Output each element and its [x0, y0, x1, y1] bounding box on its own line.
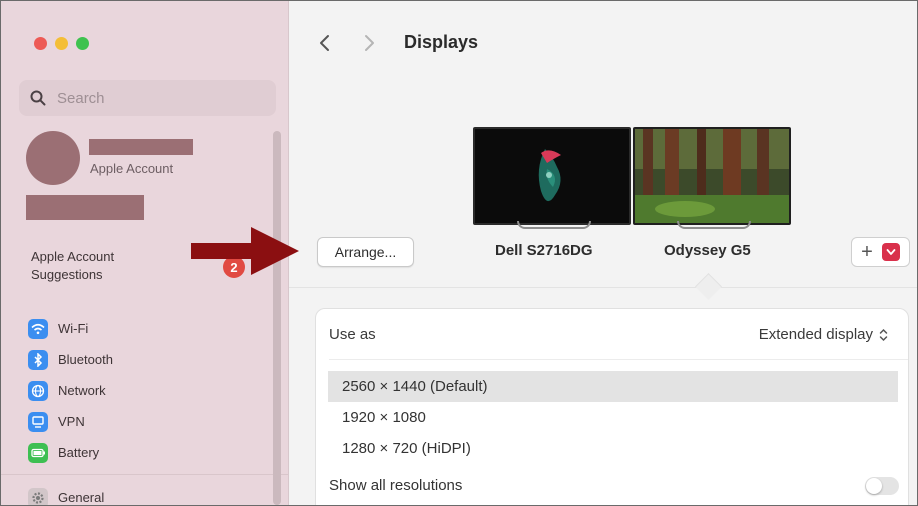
search-field[interactable]: [19, 80, 276, 116]
monitor-label-dell[interactable]: Dell S2716DG: [495, 242, 593, 259]
apple-account-label[interactable]: Apple Account: [90, 161, 173, 176]
sidebar-item-bluetooth[interactable]: Bluetooth: [28, 344, 113, 375]
sidebar-item-general[interactable]: General: [28, 482, 113, 505]
sidebar-item-battery[interactable]: Battery: [28, 437, 113, 468]
wifi-icon: [28, 318, 48, 339]
sidebar-item-label: Battery: [58, 445, 100, 460]
minimize-window-button[interactable]: [55, 37, 68, 50]
search-input[interactable]: [55, 88, 259, 108]
monitor-dell[interactable]: [473, 127, 631, 229]
updown-chevron-icon: [879, 328, 888, 341]
back-chevron-icon[interactable]: [317, 31, 333, 55]
sidebar-item-network[interactable]: Network: [28, 375, 113, 406]
sidebar-item-label: Network: [58, 383, 106, 398]
settings-window: Apple Account Apple Account Suggestions …: [0, 0, 918, 506]
zoom-window-button[interactable]: [76, 37, 89, 50]
monitor-stand: [517, 221, 591, 229]
arrange-button[interactable]: Arrange...: [317, 237, 414, 267]
sidebar-item-wifi[interactable]: Wi-Fi: [28, 313, 113, 344]
add-display-button[interactable]: +: [852, 239, 882, 265]
redacted-account-name: [89, 139, 193, 155]
sidebar-item-label: VPN: [58, 414, 85, 429]
selected-display-pointer: [695, 273, 722, 300]
forward-chevron-icon[interactable]: [361, 31, 377, 55]
display-settings-panel: Use as Extended display 2560 × 1440 (Def…: [315, 308, 909, 505]
panel-divider: [329, 359, 908, 360]
chevron-down-icon[interactable]: [882, 243, 900, 261]
vpn-icon: [28, 411, 48, 432]
monitor-stand: [677, 221, 751, 229]
sidebar-item-label: General: [58, 490, 105, 505]
avatar[interactable]: [26, 131, 80, 185]
resolution-option[interactable]: 1920 × 1080: [328, 402, 898, 433]
dell-wallpaper-thumbnail: [473, 127, 631, 225]
main-pane: Displays Arrange... Dell S2716DG Odyssey…: [289, 1, 917, 505]
suggestions-label-line2: Suggestions: [31, 267, 103, 282]
battery-icon: [28, 442, 48, 463]
odyssey-wallpaper-thumbnail: [633, 127, 791, 225]
sidebar-item-label: Bluetooth: [58, 352, 113, 367]
window-controls: [34, 37, 89, 50]
add-display-control[interactable]: +: [851, 237, 910, 267]
resolution-option[interactable]: 1280 × 720 (HiDPI): [328, 433, 898, 464]
redacted-account-info: [26, 195, 144, 220]
monitor-odyssey[interactable]: [633, 127, 791, 229]
sidebar-divider: [1, 474, 288, 475]
page-title: Displays: [404, 32, 479, 52]
annotation-arrow-icon: [191, 227, 299, 275]
search-icon: [30, 90, 46, 106]
gear-icon: [28, 487, 48, 505]
show-all-resolutions-toggle[interactable]: [865, 477, 899, 495]
toggle-knob: [866, 478, 882, 494]
resolution-list: 2560 × 1440 (Default) 1920 × 1080 1280 ×…: [328, 371, 898, 464]
use-as-label: Use as: [329, 326, 376, 343]
sidebar-scrollbar[interactable]: [273, 131, 281, 505]
suggestions-label-line1: Apple Account: [31, 249, 115, 264]
sidebar-item-vpn[interactable]: VPN: [28, 406, 113, 437]
bluetooth-icon: [28, 349, 48, 370]
monitor-label-odyssey[interactable]: Odyssey G5: [664, 242, 751, 259]
use-as-value: Extended display: [758, 326, 873, 343]
close-window-button[interactable]: [34, 37, 47, 50]
use-as-popup[interactable]: Extended display: [759, 326, 888, 343]
show-all-resolutions-label: Show all resolutions: [329, 477, 463, 494]
sidebar-nav: Wi-Fi Bluetooth Network VPN Battery Gene…: [28, 313, 113, 505]
sidebar-item-apple-account-suggestions[interactable]: Apple Account Suggestions: [31, 248, 114, 284]
sidebar-item-label: Wi-Fi: [58, 321, 89, 336]
section-divider: [289, 287, 917, 288]
history-nav: [317, 31, 377, 55]
resolution-option-selected[interactable]: 2560 × 1440 (Default): [328, 371, 898, 402]
globe-icon: [28, 380, 48, 401]
